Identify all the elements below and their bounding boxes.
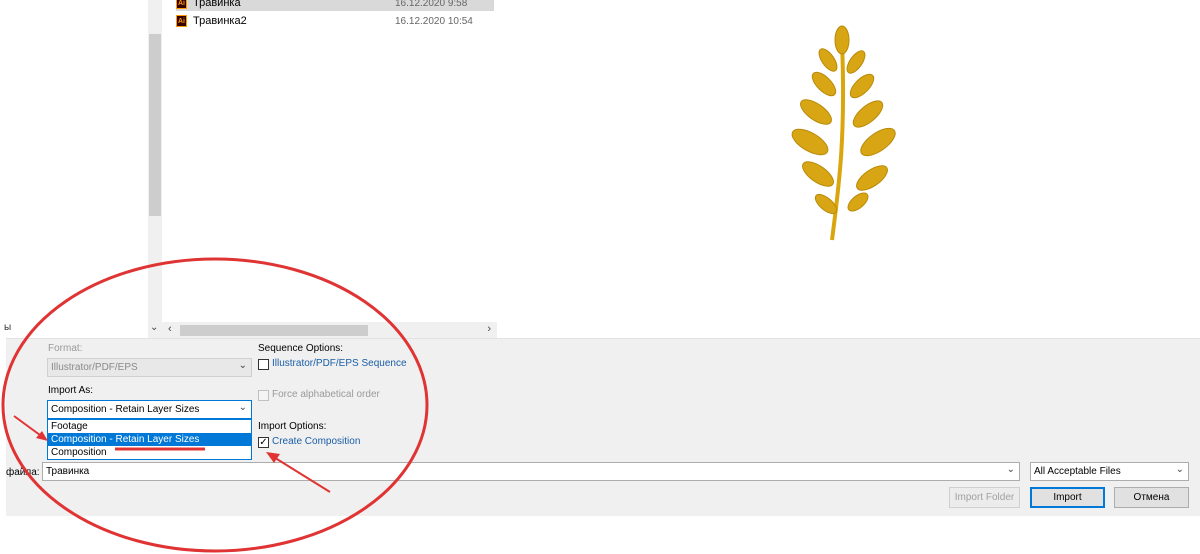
file-list-hscrollbar[interactable]: ‹ › (162, 322, 497, 339)
side-label: ы (4, 322, 12, 333)
scrollbar-thumb[interactable] (149, 34, 161, 216)
file-row[interactable]: Ai Травинка2 16.12.2020 10:54 (176, 13, 494, 29)
file-name: Травинка (193, 0, 241, 9)
filename-value: Травинка (46, 466, 90, 477)
sequence-checkbox[interactable] (258, 359, 269, 370)
cancel-button[interactable]: Отмена (1114, 487, 1189, 508)
alphabetical-checkbox-label: Force alphabetical order (272, 389, 380, 400)
dropdown-option-composition-retain[interactable]: Composition - Retain Layer Sizes (48, 433, 251, 446)
chevron-down-icon: ⌄ (238, 360, 247, 371)
create-composition-checkbox[interactable]: ✓ (258, 437, 269, 448)
chevron-down-icon: ⌄ (1175, 464, 1184, 475)
file-row[interactable]: Ai Травинка 16.12.2020 9:58 (176, 0, 494, 11)
left-pane-scrollbar[interactable]: ⌄ (148, 0, 162, 340)
ai-file-icon: Ai (176, 0, 187, 9)
dropdown-option-footage[interactable]: Footage (48, 420, 251, 433)
import-options-label: Import Options: (258, 421, 327, 432)
chevron-down-icon[interactable]: ⌄ (1007, 464, 1015, 475)
dropdown-option-composition[interactable]: Composition (48, 446, 251, 459)
format-select: Illustrator/PDF/EPS ⌄ (47, 358, 252, 377)
import-button[interactable]: Import (1030, 487, 1105, 508)
file-type-select[interactable]: All Acceptable Files ⌄ (1030, 462, 1189, 481)
import-as-label: Import As: (48, 385, 94, 396)
leaf-preview-image (791, 25, 896, 241)
scrollbar-thumb[interactable] (180, 325, 368, 336)
file-list[interactable]: Ai Травинка 16.12.2020 9:58 Ai Травинка2… (162, 0, 497, 322)
file-type-value: All Acceptable Files (1034, 466, 1121, 477)
import-as-select[interactable]: Composition - Retain Layer Sizes ⌄ (47, 400, 252, 419)
scroll-right-arrow-icon[interactable]: › (487, 323, 491, 335)
file-date: 16.12.2020 9:58 (395, 0, 468, 9)
sequence-options-label: Sequence Options: (258, 343, 344, 354)
sequence-checkbox-label[interactable]: Illustrator/PDF/EPS Sequence (272, 358, 407, 369)
file-name: Травинка2 (193, 15, 247, 27)
scroll-left-arrow-icon[interactable]: ‹ (168, 323, 172, 335)
import-as-dropdown-list[interactable]: Footage Composition - Retain Layer Sizes… (47, 419, 252, 460)
import-as-value: Composition - Retain Layer Sizes (51, 404, 200, 415)
chevron-down-icon: ⌄ (238, 402, 247, 413)
create-composition-label[interactable]: Create Composition (272, 436, 360, 447)
file-date: 16.12.2020 10:54 (395, 15, 473, 27)
format-label: Format: (48, 343, 83, 354)
scroll-down-arrow-icon[interactable]: ⌄ (150, 322, 158, 333)
ai-file-icon: Ai (176, 15, 187, 27)
filename-label: файла: (6, 467, 40, 478)
import-folder-button: Import Folder (949, 487, 1020, 508)
alphabetical-checkbox (258, 390, 269, 401)
format-value: Illustrator/PDF/EPS (51, 362, 138, 373)
filename-input[interactable]: Травинка ⌄ (42, 462, 1020, 481)
